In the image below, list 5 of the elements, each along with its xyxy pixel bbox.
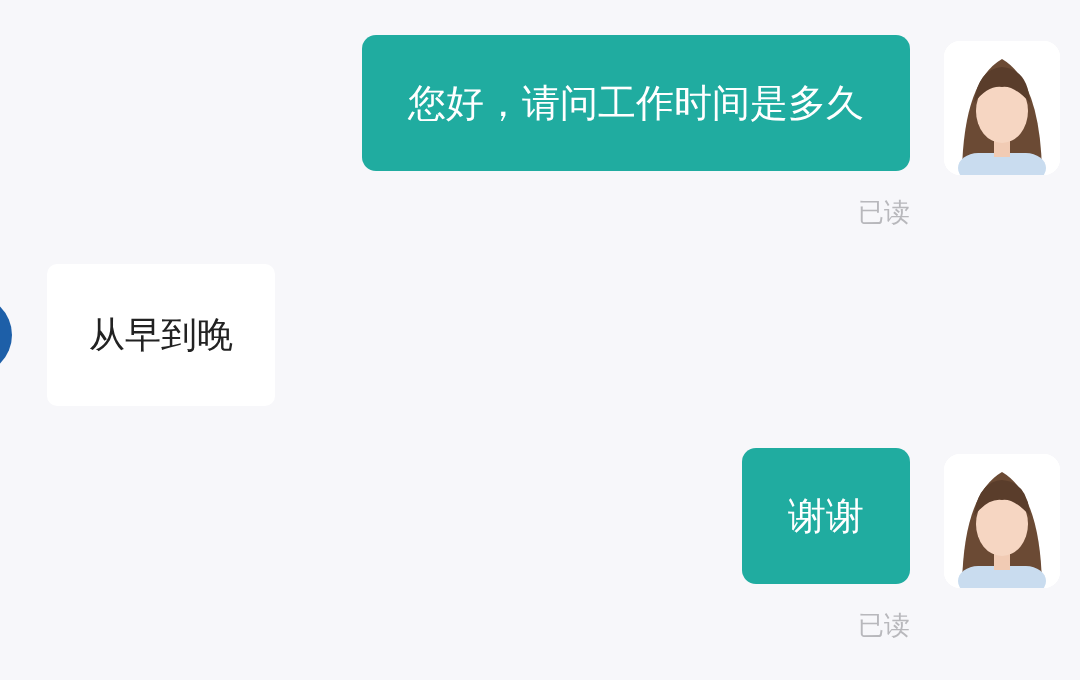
message-bubble: 谢谢 [742, 448, 910, 584]
read-status: 已读 [858, 196, 910, 229]
message-bubble: 从早到晚 [47, 264, 275, 406]
read-status: 已读 [858, 609, 910, 642]
message-bubble: 您好，请问工作时间是多久 [362, 35, 910, 171]
